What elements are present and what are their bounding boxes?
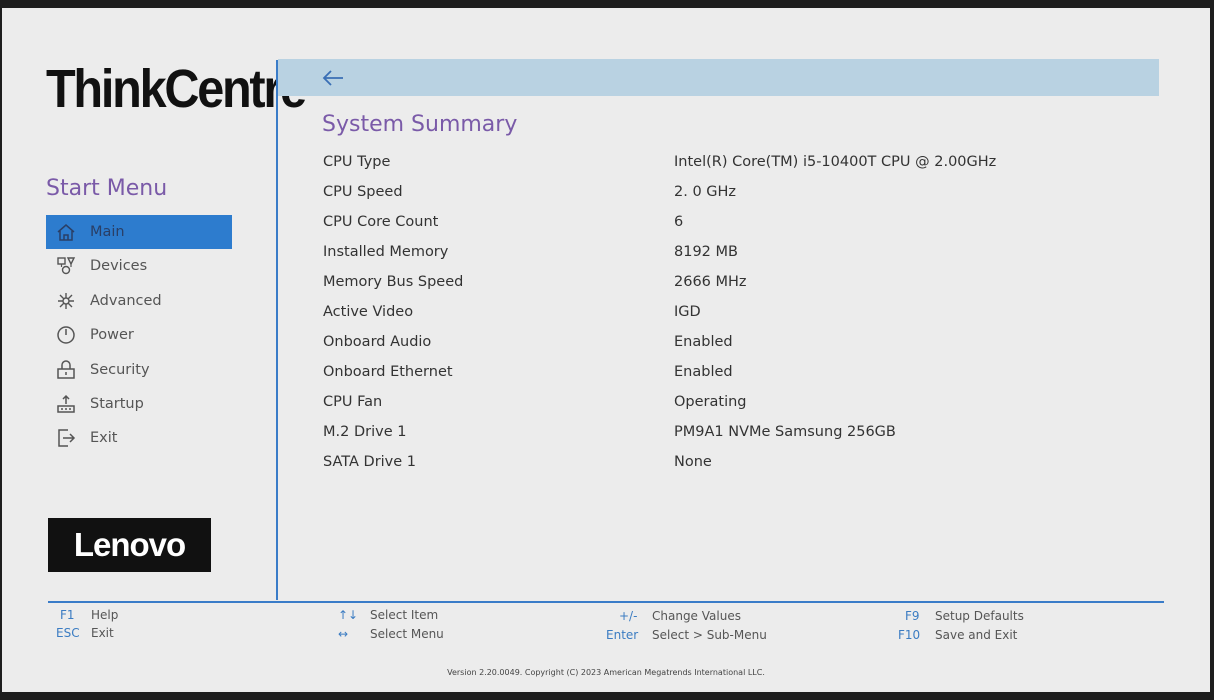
sidebar-item-exit[interactable]: Exit xyxy=(46,421,232,455)
hint-sub-menu: Select > Sub-Menu xyxy=(652,628,767,642)
hint-key-f1: F1 xyxy=(60,608,75,622)
summary-label: SATA Drive 1 xyxy=(323,454,417,470)
sidebar-item-label: Main xyxy=(90,224,125,240)
advanced-icon xyxy=(46,292,86,310)
summary-label: CPU Speed xyxy=(323,184,403,200)
hint-key-f9: F9 xyxy=(905,609,920,623)
vertical-divider xyxy=(276,60,278,600)
thinkcentre-logo: ThinkCentre xyxy=(46,59,307,119)
bios-screen: ThinkCentre Start Menu Main Devices Adva… xyxy=(2,8,1210,692)
hint-select-item: Select Item xyxy=(370,608,439,622)
lenovo-logo: Lenovo xyxy=(48,518,211,572)
sidebar-item-power[interactable]: Power xyxy=(46,318,232,352)
sidebar-item-label: Startup xyxy=(90,396,144,412)
lock-icon xyxy=(46,360,86,380)
summary-value: 2666 MHz xyxy=(674,274,747,290)
page-title: System Summary xyxy=(322,112,518,137)
hint-exit: Exit xyxy=(91,626,114,640)
summary-label: Onboard Audio xyxy=(323,334,432,350)
summary-label: Active Video xyxy=(323,304,414,320)
hint-save-exit: Save and Exit xyxy=(935,628,1018,642)
page-header-bar xyxy=(278,59,1159,96)
power-icon xyxy=(46,325,86,345)
summary-value: Enabled xyxy=(674,334,733,350)
copyright-text: Version 2.20.0049. Copyright (C) 2023 Am… xyxy=(447,668,765,677)
summary-value: 8192 MB xyxy=(674,244,738,260)
sidebar-item-label: Power xyxy=(90,327,134,343)
summary-value: Operating xyxy=(674,394,747,410)
summary-label: CPU Type xyxy=(323,154,391,170)
summary-value: PM9A1 NVMe Samsung 256GB xyxy=(674,424,896,440)
sidebar-item-label: Devices xyxy=(90,258,148,274)
home-icon xyxy=(46,223,86,241)
hint-change-values: Change Values xyxy=(652,609,741,623)
summary-value: 6 xyxy=(674,214,684,230)
summary-label: CPU Fan xyxy=(323,394,383,410)
sidebar-item-main[interactable]: Main xyxy=(46,215,232,249)
summary-value: 2. 0 GHz xyxy=(674,184,737,200)
sidebar-item-label: Advanced xyxy=(90,293,162,309)
devices-icon xyxy=(46,257,86,275)
sidebar-item-label: Exit xyxy=(90,430,118,446)
summary-label: CPU Core Count xyxy=(323,214,439,230)
summary-label: Onboard Ethernet xyxy=(323,364,453,380)
footer-divider xyxy=(48,601,1164,603)
summary-value: Intel(R) Core(TM) i5-10400T CPU @ 2.00GH… xyxy=(674,154,997,170)
sidebar-item-label: Security xyxy=(90,362,150,378)
start-menu-title: Start Menu xyxy=(46,176,168,201)
startup-icon xyxy=(46,394,86,414)
sidebar-item-startup[interactable]: Startup xyxy=(46,387,232,421)
hint-key-plus-minus: +/- xyxy=(619,609,638,623)
sidebar-item-advanced[interactable]: Advanced xyxy=(46,284,232,318)
exit-icon xyxy=(46,428,86,448)
sidebar-item-devices[interactable]: Devices xyxy=(46,249,232,283)
hint-key-enter: Enter xyxy=(606,628,639,642)
hint-help: Help xyxy=(91,608,119,622)
summary-value: None xyxy=(674,454,712,470)
summary-label: Memory Bus Speed xyxy=(323,274,464,290)
hint-select-menu: Select Menu xyxy=(370,627,444,641)
updown-arrows-icon: ↑↓ xyxy=(338,608,359,622)
sidebar-item-security[interactable]: Security xyxy=(46,353,232,387)
hint-key-esc: ESC xyxy=(56,626,80,640)
hint-setup-defaults: Setup Defaults xyxy=(935,609,1024,623)
leftright-arrows-icon: ↔ xyxy=(338,627,349,641)
summary-value: IGD xyxy=(674,304,701,320)
summary-label: Installed Memory xyxy=(323,244,449,260)
hint-key-f10: F10 xyxy=(898,628,921,642)
summary-label: M.2 Drive 1 xyxy=(323,424,407,440)
summary-value: Enabled xyxy=(674,364,733,380)
back-arrow-icon[interactable] xyxy=(322,69,344,87)
